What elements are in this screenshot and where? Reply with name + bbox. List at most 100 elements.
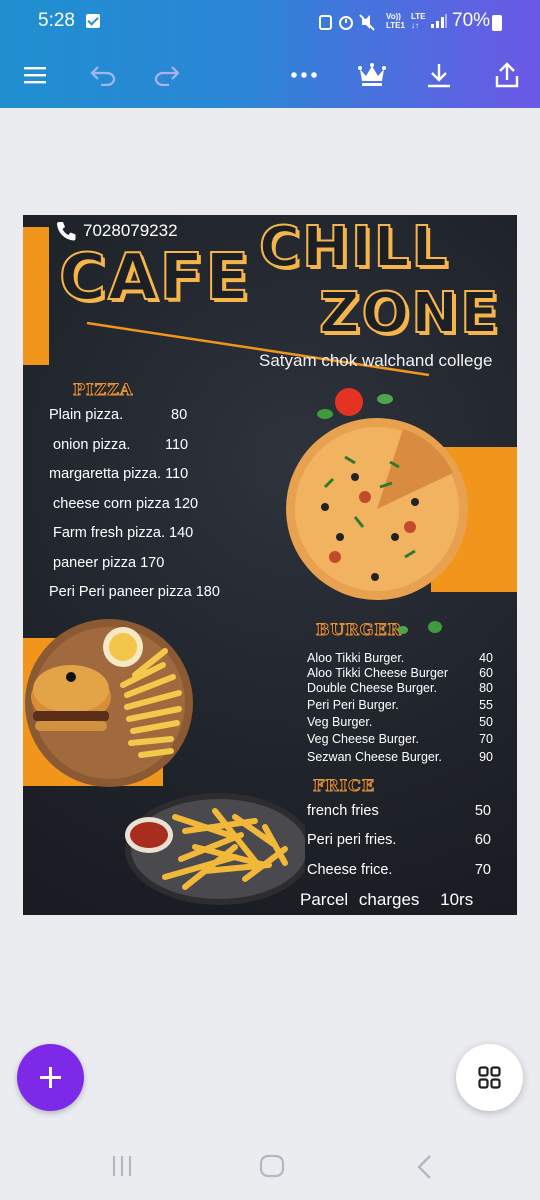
item-name: Peri peri fries. — [307, 832, 397, 848]
burger-heading: BURGER — [316, 620, 402, 640]
item-name: Peri Peri Burger. — [307, 698, 399, 712]
phone-icon — [57, 222, 76, 241]
item-name: Cheese frice. — [307, 862, 393, 878]
fries-heading: FRICE — [312, 776, 376, 796]
redo-icon — [154, 66, 180, 86]
list-item-pizza: Plain pizza. 80 — [49, 407, 187, 423]
list-item-pizza: margaretta pizza. 110 — [49, 466, 188, 482]
item-name: Veg Burger. — [307, 715, 373, 729]
item-price: 40 — [479, 651, 493, 665]
basil-leaf-2 — [377, 394, 393, 404]
hamburger-icon — [24, 67, 46, 84]
item-price: 110 — [165, 437, 189, 453]
tomato — [335, 388, 363, 416]
data-arrows-icon: ↓↑ — [411, 21, 419, 30]
pizza-image — [286, 388, 468, 600]
item-name: french fries — [307, 803, 379, 819]
list-item-pizza: Farm fresh pizza. 140 — [53, 525, 193, 541]
add-element-button[interactable] — [17, 1044, 84, 1111]
home-icon[interactable] — [259, 1154, 285, 1178]
item-price: 70 — [474, 862, 491, 878]
item-name: onion pizza. — [53, 437, 131, 453]
share-icon — [495, 62, 519, 88]
item-price: 70 — [479, 732, 493, 746]
list-item-pizza: cheese corn pizza 120 — [53, 496, 198, 512]
list-item-burger: Veg Burger. 50 — [307, 715, 493, 729]
menu-design-canvas[interactable]: 7028079232 CAFE CHILL ZONE Satyam chok w… — [23, 215, 517, 915]
list-item-burger: Sezwan Cheese Burger. 90 — [307, 750, 493, 764]
list-item-burger: Peri Peri Burger. 55 — [307, 698, 493, 712]
list-item-fries: Cheese frice. 70 — [307, 862, 491, 878]
item-name: Sezwan Cheese Burger. — [307, 750, 442, 764]
item-price: 50 — [474, 803, 491, 819]
item-price: 80 — [171, 407, 188, 423]
top-app-bar: 5:28 Vo)) LTE1 LTE ↓↑ 70% — [0, 0, 540, 108]
orange-accent-block-top — [23, 227, 49, 365]
item-price: 50 — [479, 715, 493, 729]
list-item-burger: Double Cheese Burger. 80 — [307, 681, 493, 695]
pizza-heading: PIZZA — [72, 380, 134, 400]
item-name: Double Cheese Burger. — [307, 681, 437, 695]
list-item-pizza: paneer pizza 170 — [53, 555, 164, 571]
menu-button[interactable] — [18, 58, 52, 92]
item-price: 80 — [479, 681, 493, 695]
lte-label: LTE — [411, 12, 426, 21]
item-name: Plain pizza. — [49, 407, 124, 423]
item-name: margaretta pizza. — [49, 466, 162, 482]
item-price: 55 — [479, 698, 493, 712]
parcel-charges: Parcel charges 10rs — [300, 890, 473, 910]
recent-apps-icon[interactable] — [110, 1154, 134, 1178]
more-icon — [291, 72, 317, 78]
burger-plate-image — [25, 619, 193, 787]
phone-number: 7028079232 — [83, 221, 178, 240]
back-icon[interactable] — [414, 1154, 434, 1180]
redo-button[interactable] — [150, 58, 184, 92]
title-chill: CHILL — [258, 215, 450, 281]
fries-plate-image — [125, 793, 305, 905]
parcel-label: Parcel — [300, 890, 349, 909]
undo-button[interactable] — [86, 58, 120, 92]
list-item-burger: Aloo Tikki Burger. 40 — [307, 651, 493, 665]
item-price: 180 — [195, 584, 220, 600]
title-cafe: CAFE — [58, 240, 251, 316]
download-icon — [428, 64, 450, 88]
item-name: Peri Peri paneer pizza — [49, 584, 192, 600]
item-price: 120 — [173, 496, 199, 512]
pages-grid-button[interactable] — [456, 1044, 523, 1111]
item-price: 60 — [474, 832, 491, 848]
list-item-pizza: Peri Peri paneer pizza 180 — [49, 584, 220, 600]
download-button[interactable] — [422, 58, 456, 92]
notification-check-icon — [86, 14, 100, 28]
premium-button[interactable] — [354, 58, 390, 92]
list-item-pizza: onion pizza. 110 — [53, 437, 188, 453]
list-item-fries: Peri peri fries. 60 — [307, 832, 491, 848]
parcel-charges-label: charges — [358, 890, 420, 909]
list-item-fries: french fries 50 — [307, 803, 491, 819]
grid-icon — [478, 1066, 501, 1089]
parcel-amount: 10rs — [440, 890, 474, 909]
item-name: Aloo Tikki Cheese Burger — [307, 666, 449, 680]
more-button[interactable] — [287, 58, 321, 92]
status-icons — [319, 14, 375, 31]
status-bar: 5:28 Vo)) LTE1 LTE ↓↑ 70% — [0, 0, 540, 44]
undo-icon — [90, 66, 116, 86]
network-lte1-label: LTE1 — [386, 21, 405, 30]
battery-percent: 70% — [452, 10, 491, 31]
leaf-decor — [398, 621, 442, 634]
address-text: Satyam chok walchand college — [259, 351, 493, 370]
item-name: Farm fresh pizza. — [53, 525, 165, 541]
crown-icon — [358, 63, 386, 86]
system-nav-bar — [0, 1136, 540, 1200]
basil-leaf — [317, 409, 333, 419]
share-button[interactable] — [490, 58, 524, 92]
network-vo-label: Vo)) — [386, 12, 401, 21]
item-price: 110 — [165, 466, 189, 482]
list-item-burger: Veg Cheese Burger. 70 — [307, 732, 493, 746]
item-name: Aloo Tikki Burger. — [307, 651, 405, 665]
signal-icon — [431, 14, 447, 28]
item-name: Veg Cheese Burger. — [307, 732, 419, 746]
battery-icon — [492, 15, 502, 31]
lte-indicator: LTE ↓↑ — [411, 12, 426, 30]
item-price: 170 — [140, 555, 165, 571]
list-item-burger: Aloo Tikki Cheese Burger 60 — [307, 666, 493, 680]
